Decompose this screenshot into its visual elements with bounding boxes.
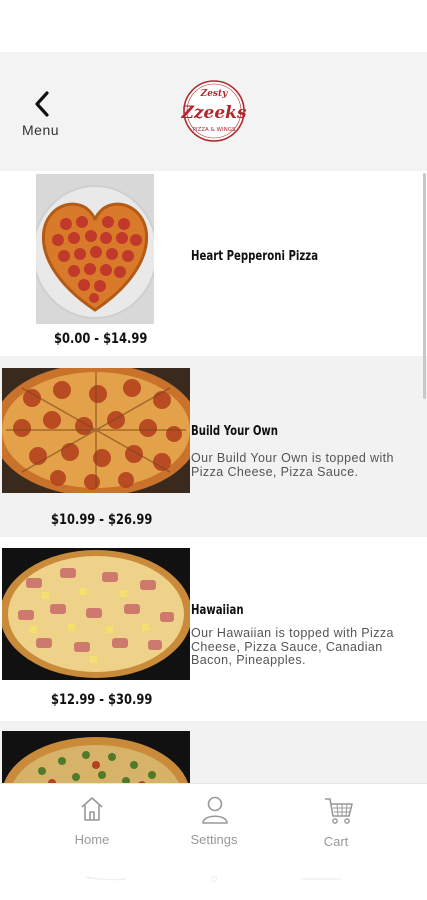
item-price: $12.99 - $30.99 [51,692,153,708]
back-menu-button[interactable]: Menu [20,88,66,144]
back-menu-label: Menu [22,122,60,138]
svg-text:PIZZA & WINGS: PIZZA & WINGS [193,127,236,133]
person-icon [202,796,228,824]
list-item[interactable]: $10.99 - $26.99 Build Your Own Our Build… [0,356,427,537]
nav-cart-label: Cart [323,834,349,849]
item-name: Heart Pepperoni Pizza [191,249,319,264]
list-scrollbar[interactable] [423,173,426,399]
nav-home-button[interactable]: Home [47,794,137,854]
menu-item-list[interactable]: $0.00 - $14.99 Heart Pepperoni Pizza $10… [0,171,427,783]
item-name: Build Your Own [191,424,279,439]
chevron-left-icon [35,91,49,117]
restaurant-logo: Zesty Zzeeks PIZZA & WINGS [180,78,247,144]
bottom-navigation: Home Settings Cart [0,783,427,900]
item-price: $0.00 - $14.99 [54,331,148,347]
nav-cart-button[interactable]: Cart [291,794,381,854]
heart-pepperoni-pizza-image [36,174,154,324]
app-header: Menu Zesty Zzeeks PIZZA & WINGS [0,52,427,171]
nav-home-label: Home [74,832,110,847]
item-price: $10.99 - $26.99 [51,512,153,528]
status-bar [0,0,427,52]
svg-text:Zzeeks: Zzeeks [181,103,247,123]
cart-icon [325,798,353,824]
item-name: Hawaiian [191,603,244,618]
nav-settings-button[interactable]: Settings [169,794,259,854]
item-description: Our Hawaiian is topped with Pizza Cheese… [191,626,394,667]
list-item[interactable]: $12.99 - $30.99 Hawaiian Our Hawaiian is… [0,537,427,721]
item-description: Our Build Your Own is topped with Pizza … [191,451,394,479]
svg-text:Zesty: Zesty [200,89,229,99]
build-your-own-pizza-image [2,368,190,493]
hawaiian-pizza-image [2,548,190,680]
home-icon [81,797,103,821]
list-item[interactable]: $0.00 - $14.99 Heart Pepperoni Pizza [0,171,427,356]
list-item[interactable] [0,721,427,783]
pizza-image [2,731,190,783]
system-gesture-bar [86,876,341,882]
nav-settings-label: Settings [190,832,238,847]
